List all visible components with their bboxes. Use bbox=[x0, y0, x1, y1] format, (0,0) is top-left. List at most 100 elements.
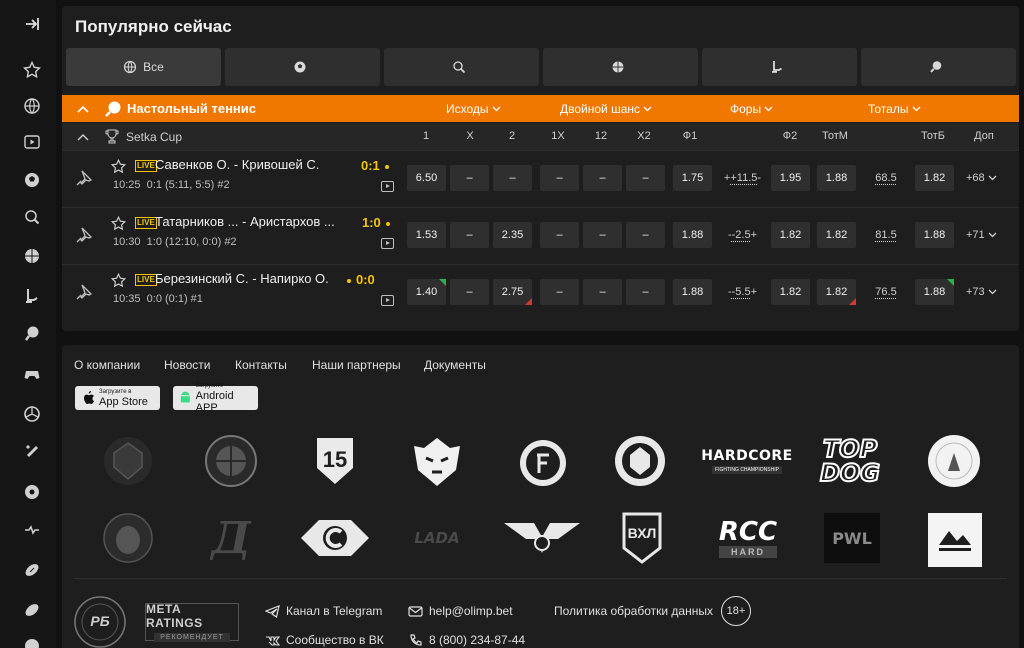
odd-2[interactable]: – bbox=[493, 165, 532, 191]
handicaps-menu[interactable]: Форы bbox=[730, 95, 773, 122]
odd-1[interactable]: 1.53 bbox=[407, 222, 446, 248]
odd-x2[interactable]: – bbox=[626, 279, 665, 305]
partner-logo-pwl[interactable]: PWL bbox=[824, 513, 880, 563]
tab-basketball[interactable] bbox=[543, 48, 698, 86]
tab-tennis[interactable] bbox=[384, 48, 539, 86]
rugby-icon[interactable] bbox=[20, 598, 44, 622]
cricket-icon[interactable] bbox=[20, 440, 44, 464]
more-markets-button[interactable]: +68 bbox=[966, 165, 997, 191]
odd-1x[interactable]: – bbox=[540, 279, 579, 305]
volleyball-icon[interactable] bbox=[20, 402, 44, 426]
phone-link[interactable]: 8 (800) 234-87-44 bbox=[408, 633, 525, 647]
favorites-star-icon[interactable] bbox=[20, 58, 44, 82]
odd-f2[interactable]: 1.82 bbox=[771, 279, 810, 305]
odd-totb[interactable]: 1.88 bbox=[915, 279, 954, 305]
pin-icon[interactable] bbox=[75, 226, 93, 244]
odd-12[interactable]: – bbox=[583, 165, 622, 191]
basketball-icon[interactable] bbox=[20, 244, 44, 268]
outcomes-menu[interactable]: Исходы bbox=[446, 95, 501, 122]
odd-f2[interactable]: 1.82 bbox=[771, 222, 810, 248]
pin-icon[interactable] bbox=[75, 283, 93, 301]
partner-logo-tiger[interactable] bbox=[405, 429, 469, 493]
odd-1x[interactable]: – bbox=[540, 165, 579, 191]
match-row[interactable]: LIVE Савенков О. - Кривошей С. 10:25 0:1… bbox=[62, 150, 1019, 206]
expand-sidebar-icon[interactable] bbox=[20, 12, 44, 36]
tv-stream-icon[interactable] bbox=[381, 295, 394, 306]
match-row[interactable]: LIVE Татарников ... - Аристархов ... 10:… bbox=[62, 207, 1019, 263]
tv-stream-icon[interactable] bbox=[381, 181, 394, 192]
all-sports-globe-icon[interactable] bbox=[20, 94, 44, 118]
tab-hockey[interactable] bbox=[702, 48, 857, 86]
partner-logo-wings[interactable] bbox=[501, 513, 583, 563]
mma-icon[interactable] bbox=[20, 518, 44, 542]
odd-1x[interactable]: – bbox=[540, 222, 579, 248]
odd-1[interactable]: 6.50 bbox=[407, 165, 446, 191]
collapse-league-icon[interactable] bbox=[77, 123, 89, 150]
odd-totb[interactable]: 1.88 bbox=[915, 222, 954, 248]
favorite-star-icon[interactable] bbox=[111, 159, 126, 174]
video-icon[interactable] bbox=[20, 130, 44, 154]
partner-logo-federation-2[interactable] bbox=[928, 513, 982, 567]
tab-football[interactable] bbox=[225, 48, 380, 86]
telegram-link[interactable]: Канал в Telegram bbox=[265, 604, 382, 618]
american-football-icon[interactable] bbox=[20, 558, 44, 582]
odd-12[interactable]: – bbox=[583, 222, 622, 248]
esports-gamepad-icon[interactable] bbox=[20, 362, 44, 386]
partner-logo-15[interactable]: 15 bbox=[305, 431, 365, 491]
footer-link-news[interactable]: Новости bbox=[164, 358, 210, 372]
match-teams[interactable]: Татарников ... - Аристархов ... bbox=[155, 214, 335, 229]
footer-link-partners[interactable]: Наши партнеры bbox=[312, 358, 401, 372]
partner-logo-basket-badge[interactable] bbox=[201, 431, 261, 491]
table-tennis-icon[interactable] bbox=[20, 322, 44, 346]
partner-logo-vhl[interactable]: ВХЛ bbox=[621, 511, 663, 565]
footer-link-about[interactable]: О компании bbox=[74, 358, 140, 372]
collapse-category-icon[interactable] bbox=[77, 95, 89, 122]
partner-logo-football-club[interactable] bbox=[513, 431, 573, 491]
match-row[interactable]: LIVE Березинский С. - Напирко О. 10:35 0… bbox=[62, 264, 1019, 320]
more-sports-icon[interactable] bbox=[20, 634, 44, 648]
footer-link-contacts[interactable]: Контакты bbox=[235, 358, 287, 372]
totals-menu[interactable]: Тоталы bbox=[868, 95, 921, 122]
football-icon[interactable] bbox=[20, 168, 44, 192]
odd-x[interactable]: – bbox=[450, 165, 489, 191]
odd-totm[interactable]: 1.88 bbox=[817, 165, 856, 191]
app-store-button[interactable]: Загрузите в App Store bbox=[75, 386, 160, 410]
pin-icon[interactable] bbox=[75, 169, 93, 187]
odd-f1[interactable]: 1.75 bbox=[673, 165, 712, 191]
odd-x[interactable]: – bbox=[450, 222, 489, 248]
tv-stream-icon[interactable] bbox=[381, 238, 394, 249]
odd-2[interactable]: 2.35 bbox=[493, 222, 532, 248]
tab-all[interactable]: Все bbox=[66, 48, 221, 86]
partner-logo-dynamo[interactable]: Д bbox=[201, 508, 261, 568]
footer-link-documents[interactable]: Документы bbox=[424, 358, 486, 372]
odd-x2[interactable]: – bbox=[626, 165, 665, 191]
partner-logo-federation[interactable] bbox=[924, 431, 984, 491]
odd-f1[interactable]: 1.88 bbox=[673, 279, 712, 305]
match-teams[interactable]: Савенков О. - Кривошей С. bbox=[155, 157, 319, 172]
odd-1[interactable]: 1.40 bbox=[407, 279, 446, 305]
privacy-policy-link[interactable]: Политика обработки данных bbox=[554, 604, 713, 618]
tennis-icon[interactable] bbox=[20, 206, 44, 230]
favorite-star-icon[interactable] bbox=[111, 273, 126, 288]
more-markets-button[interactable]: +71 bbox=[966, 222, 997, 248]
odd-x[interactable]: – bbox=[450, 279, 489, 305]
partner-logo-lada[interactable]: LADA bbox=[406, 526, 468, 550]
hockey-icon[interactable] bbox=[20, 284, 44, 308]
partner-logo-hardcore[interactable]: HARDCORE FIGHTING CHAMPIONSHIP bbox=[704, 441, 790, 481]
odd-totm[interactable]: 1.82 bbox=[817, 222, 856, 248]
partner-logo-bear[interactable] bbox=[98, 508, 158, 568]
favorite-star-icon[interactable] bbox=[111, 216, 126, 231]
partner-logo-rcc[interactable]: RCC HARD bbox=[710, 513, 786, 563]
more-markets-button[interactable]: +73 bbox=[966, 279, 997, 305]
partner-logo-club-crest[interactable] bbox=[610, 431, 670, 491]
odd-totm[interactable]: 1.82 bbox=[817, 279, 856, 305]
partner-logo-spartak[interactable] bbox=[298, 513, 372, 563]
vk-link[interactable]: Сообщество в ВК bbox=[265, 633, 384, 647]
rugby-ball-icon[interactable] bbox=[20, 480, 44, 504]
partner-logo-crest[interactable] bbox=[98, 431, 158, 491]
double-chance-menu[interactable]: Двойной шанс bbox=[560, 95, 652, 122]
email-link[interactable]: help@olimp.bet bbox=[408, 604, 513, 618]
rb-recommends-badge[interactable]: РБ bbox=[73, 595, 127, 648]
tab-table-tennis[interactable] bbox=[861, 48, 1016, 86]
meta-ratings-badge[interactable]: META RATINGS РЕКОМЕНДУЕТ bbox=[145, 603, 239, 641]
